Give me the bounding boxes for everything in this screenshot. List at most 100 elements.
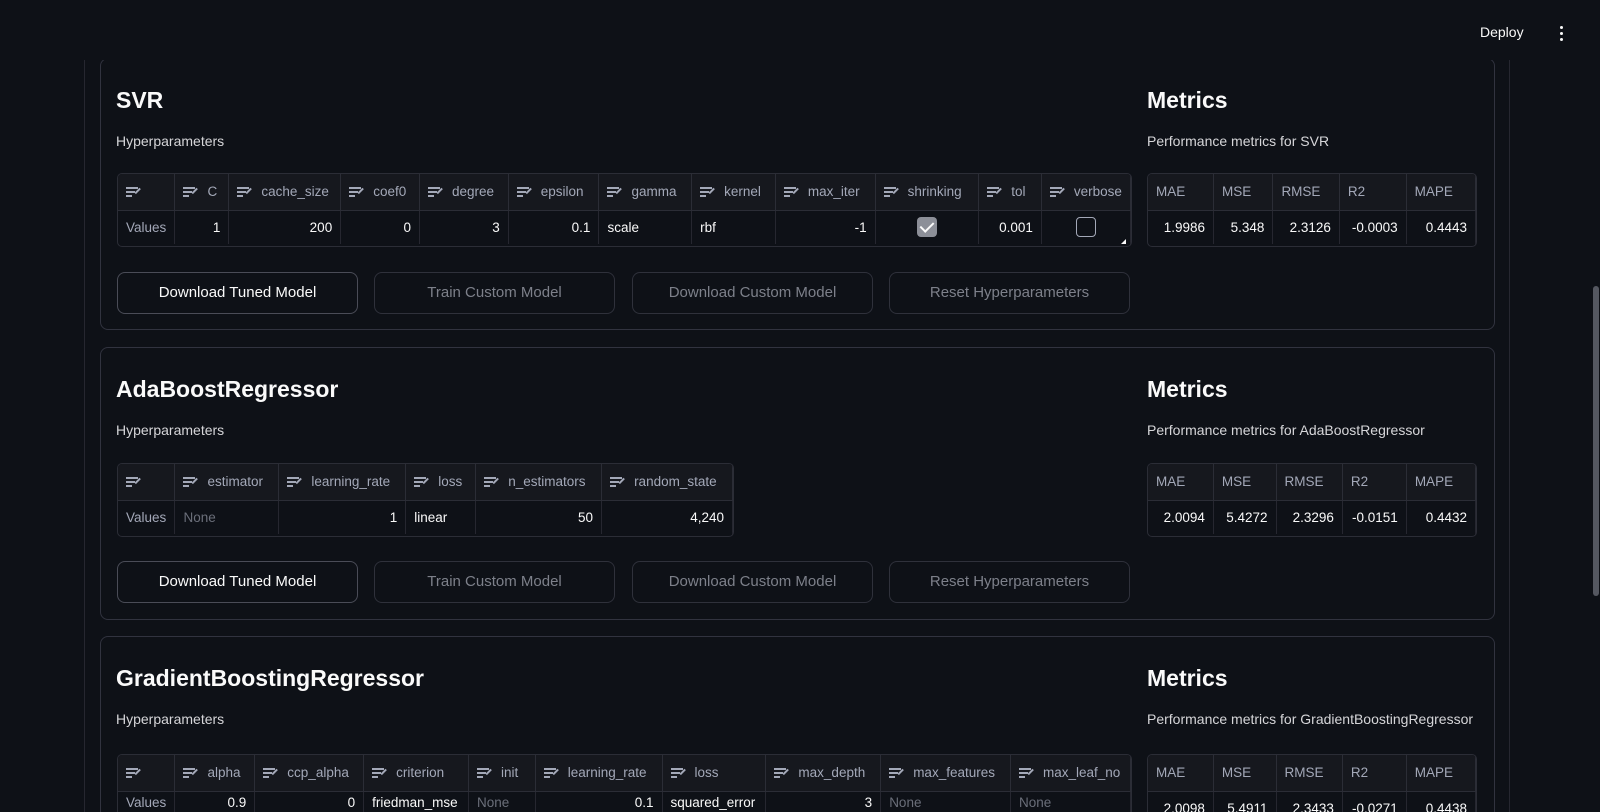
grid-cell[interactable]: None — [1010, 791, 1131, 812]
grid-corner-header[interactable] — [118, 464, 176, 501]
column-header[interactable]: max_depth — [765, 755, 882, 792]
column-edit-icon — [774, 767, 789, 778]
deploy-button[interactable]: Deploy — [1480, 24, 1524, 40]
column-header[interactable]: C — [174, 174, 230, 211]
metric-value: 5.4272 — [1213, 500, 1277, 534]
download-custom-model-button[interactable]: Download Custom Model — [632, 561, 873, 603]
gradientboosting-metrics-title: Metrics — [1147, 665, 1228, 691]
column-header[interactable]: learning_rate — [535, 755, 663, 792]
metric-header: MSE — [1213, 174, 1274, 211]
table-row: 2.0094 5.4272 2.3296 -0.0151 0.4432 — [1148, 500, 1476, 534]
page-scrollbar[interactable] — [1592, 0, 1600, 812]
grid-cell[interactable]: 0 — [254, 791, 365, 812]
grid-cell[interactable]: 0.1 — [535, 791, 663, 812]
metric-value: 2.3433 — [1276, 791, 1343, 812]
grid-cell[interactable]: 1 — [278, 500, 407, 534]
grid-cell[interactable]: linear — [405, 500, 477, 534]
shrinking-cell[interactable] — [875, 210, 980, 244]
kebab-menu-icon[interactable] — [1558, 26, 1564, 42]
grid-cell[interactable]: None — [174, 500, 280, 534]
grid-cell[interactable]: None — [880, 791, 1011, 812]
column-header[interactable]: tol — [978, 174, 1042, 211]
grid-cell[interactable]: 0.9 — [174, 791, 256, 812]
column-header[interactable]: verbose — [1041, 174, 1131, 211]
grid-cell[interactable]: squared_error — [662, 791, 767, 812]
grid-cell[interactable]: 200 — [228, 210, 342, 244]
metric-header: MSE — [1213, 755, 1277, 792]
column-header[interactable]: loss — [662, 755, 767, 792]
column-header[interactable]: epsilon — [508, 174, 600, 211]
svr-card: SVR Hyperparameters Metrics Performance … — [100, 58, 1495, 330]
column-header[interactable]: max_features — [880, 755, 1011, 792]
grid-corner-header[interactable] — [118, 174, 176, 211]
column-header[interactable]: alpha — [174, 755, 256, 792]
column-header[interactable]: random_state — [601, 464, 733, 501]
grid-cell[interactable]: 0 — [340, 210, 420, 244]
column-header[interactable]: estimator — [174, 464, 280, 501]
column-edit-icon — [183, 186, 198, 197]
grid-cell[interactable]: 4,240 — [601, 500, 733, 534]
column-edit-icon — [372, 767, 387, 778]
column-header[interactable]: ccp_alpha — [254, 755, 365, 792]
table-row: Values 0.9 0 friedman_mse None 0.1 squar… — [118, 791, 1131, 812]
reset-hyperparameters-button[interactable]: Reset Hyperparameters — [889, 272, 1130, 314]
column-header[interactable]: max_iter — [775, 174, 876, 211]
grid-header-row: estimator learning_rate loss n_estimator… — [118, 464, 733, 501]
download-custom-model-button[interactable]: Download Custom Model — [632, 272, 873, 314]
metric-value: 2.0098 — [1148, 791, 1214, 812]
column-header[interactable]: cache_size — [228, 174, 342, 211]
column-edit-icon — [237, 186, 252, 197]
app-header: Deploy — [0, 0, 1600, 60]
column-edit-icon — [987, 186, 1002, 197]
grid-cell[interactable]: None — [468, 791, 536, 812]
grid-cell[interactable]: rbf — [691, 210, 776, 244]
verbose-checkbox-unchecked[interactable] — [1075, 217, 1096, 238]
grid-cell[interactable]: 0.1 — [508, 210, 600, 244]
grid-cell[interactable]: 1 — [174, 210, 230, 244]
metric-value: 5.4911 — [1213, 791, 1277, 812]
grid-cell[interactable]: 50 — [475, 500, 603, 534]
column-edit-icon — [287, 476, 302, 487]
metric-header: MAE — [1148, 464, 1214, 501]
column-header[interactable]: criterion — [363, 755, 470, 792]
column-header[interactable]: degree — [419, 174, 509, 211]
scrollbar-thumb[interactable] — [1593, 286, 1599, 596]
column-header[interactable]: gamma — [598, 174, 693, 211]
column-header[interactable]: coef0 — [340, 174, 420, 211]
column-header[interactable]: loss — [405, 464, 477, 501]
reset-hyperparameters-button[interactable]: Reset Hyperparameters — [889, 561, 1130, 603]
adaboost-hyperparameter-grid[interactable]: estimator learning_rate loss n_estimator… — [117, 463, 734, 537]
column-edit-icon — [183, 767, 198, 778]
column-header[interactable]: n_estimators — [475, 464, 603, 501]
grid-cell[interactable]: scale — [598, 210, 693, 244]
verbose-cell[interactable] — [1041, 210, 1131, 244]
download-tuned-model-button[interactable]: Download Tuned Model — [117, 272, 358, 314]
column-edit-icon — [126, 186, 141, 197]
metric-header: RMSE — [1272, 174, 1340, 211]
grid-corner-header[interactable] — [118, 755, 176, 792]
grid-cell[interactable]: -1 — [775, 210, 876, 244]
metric-value: -0.0003 — [1339, 210, 1407, 244]
metric-header: MAPE — [1406, 174, 1476, 211]
grid-cell[interactable]: 3 — [419, 210, 509, 244]
download-tuned-model-button[interactable]: Download Tuned Model — [117, 561, 358, 603]
column-header[interactable]: init — [468, 755, 536, 792]
grid-cell[interactable]: friedman_mse — [363, 791, 470, 812]
grid-cell[interactable]: 3 — [765, 791, 882, 812]
metric-value: 0.4443 — [1406, 210, 1476, 244]
svr-hyperparameter-grid[interactable]: C cache_size coef0 degree epsilon gamma … — [117, 173, 1132, 247]
gradientboosting-hyperparameter-grid[interactable]: alpha ccp_alpha criterion init learning_… — [117, 754, 1132, 812]
column-header[interactable]: max_leaf_no — [1010, 755, 1131, 792]
grid-header-row: C cache_size coef0 degree epsilon gamma … — [118, 174, 1131, 211]
metric-header: MAPE — [1406, 755, 1476, 792]
column-edit-icon — [670, 767, 686, 778]
column-header[interactable]: learning_rate — [278, 464, 407, 501]
table-row: Values 1 200 0 3 0.1 scale rbf -1 0.001 — [118, 210, 1131, 244]
column-header[interactable]: shrinking — [875, 174, 980, 211]
shrinking-checkbox-checked[interactable] — [916, 217, 937, 238]
train-custom-model-button[interactable]: Train Custom Model — [374, 272, 615, 314]
column-header[interactable]: kernel — [691, 174, 776, 211]
column-edit-icon — [477, 767, 492, 778]
train-custom-model-button[interactable]: Train Custom Model — [374, 561, 615, 603]
grid-cell[interactable]: 0.001 — [978, 210, 1042, 244]
